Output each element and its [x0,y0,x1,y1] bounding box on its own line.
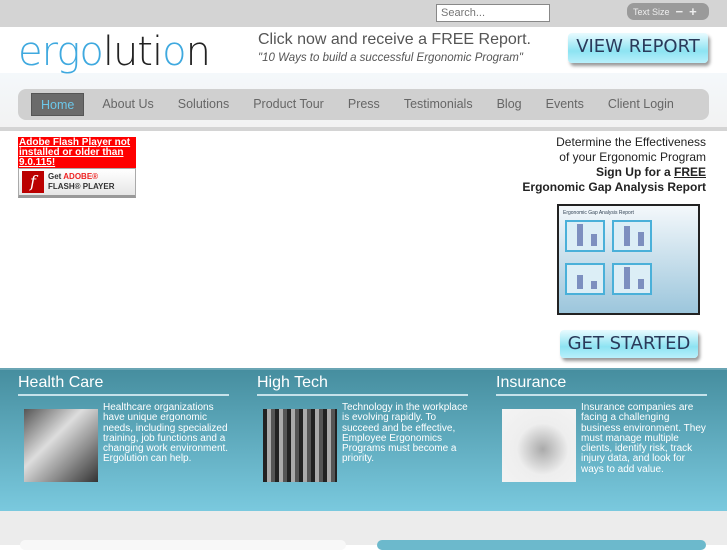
mini-chart [612,263,652,295]
section-high-tech: High Tech Technology in the workplace is… [257,374,468,482]
main-nav: Home About Us Solutions Product Tour Pre… [18,89,709,120]
bottom-panel-left [20,540,346,550]
mini-chart [612,220,652,252]
text-size-control: Text Size − + [627,3,709,20]
increase-text-size-button[interactable]: + [689,5,697,18]
logo-n: n [185,29,211,75]
section-text: Insurance companies are facing a challen… [581,402,706,475]
section-text: Technology in the workplace is evolving … [342,402,468,465]
mini-chart [565,263,605,295]
nav-solutions[interactable]: Solutions [169,93,238,116]
mini-chart [565,220,605,252]
flash-icon: f [22,171,44,193]
nav-press[interactable]: Press [339,93,389,116]
get-label: Get [48,172,62,181]
nav-client-login[interactable]: Client Login [599,93,683,116]
get-flash-text: Get ADOBE® FLASH® PLAYER [48,172,115,192]
health-care-image [24,409,98,482]
top-bar [0,0,727,27]
view-report-button[interactable]: VIEW REPORT [568,33,708,63]
section-title[interactable]: Insurance [496,374,707,396]
section-title[interactable]: Health Care [18,374,229,396]
cta-line4: Ergonomic Gap Analysis Report [522,180,706,194]
promo-subtitle: "10 Ways to build a successful Ergonomic… [258,52,523,64]
section-insurance: Insurance Insurance companies are facing… [496,374,707,482]
section-title[interactable]: High Tech [257,374,468,396]
get-started-button[interactable]: GET STARTED [560,330,698,358]
logo[interactable]: ergolution [18,30,220,74]
bottom-panel-right [377,540,706,550]
report-thumbnail[interactable]: Ergonomic Gap Analysis Report [557,204,700,315]
logo-o: o [162,29,187,75]
nav-events[interactable]: Events [537,93,593,116]
logo-luti: luti [102,29,163,75]
cta-line1: Determine the Effectiveness [556,135,706,149]
gap-analysis-cta: Determine the Effectiveness of your Ergo… [522,135,706,195]
section-health-care: Health Care Healthcare organizations hav… [18,374,229,482]
report-thumb-title: Ergonomic Gap Analysis Report [563,210,634,216]
divider [0,127,727,131]
server-rack-image [263,409,337,482]
cta-line2: of your Ergonomic Program [559,150,706,164]
flash-player-label: FLASH® PLAYER [48,182,115,191]
cta-line3: Sign Up for a [595,165,671,179]
flash-warning[interactable]: Adobe Flash Player not installed or olde… [18,137,136,168]
decrease-text-size-button[interactable]: − [676,5,684,18]
handshake-image [502,409,576,482]
promo-headline[interactable]: Click now and receive a FREE Report. [258,31,531,49]
text-size-label: Text Size [633,6,670,17]
adobe-label: ADOBE® [63,172,99,181]
nav-home[interactable]: Home [31,93,85,116]
nav-about-us[interactable]: About Us [93,93,162,116]
logo-ergo: ergo [18,29,104,75]
search-input[interactable] [436,4,550,22]
get-flash-player-button[interactable]: f Get ADOBE® FLASH® PLAYER [18,168,136,198]
nav-product-tour[interactable]: Product Tour [244,93,333,116]
section-text: Healthcare organizations have unique erg… [103,402,229,465]
nav-blog[interactable]: Blog [488,93,531,116]
cta-free-link[interactable]: FREE [674,165,706,179]
nav-testimonials[interactable]: Testimonials [395,93,482,116]
